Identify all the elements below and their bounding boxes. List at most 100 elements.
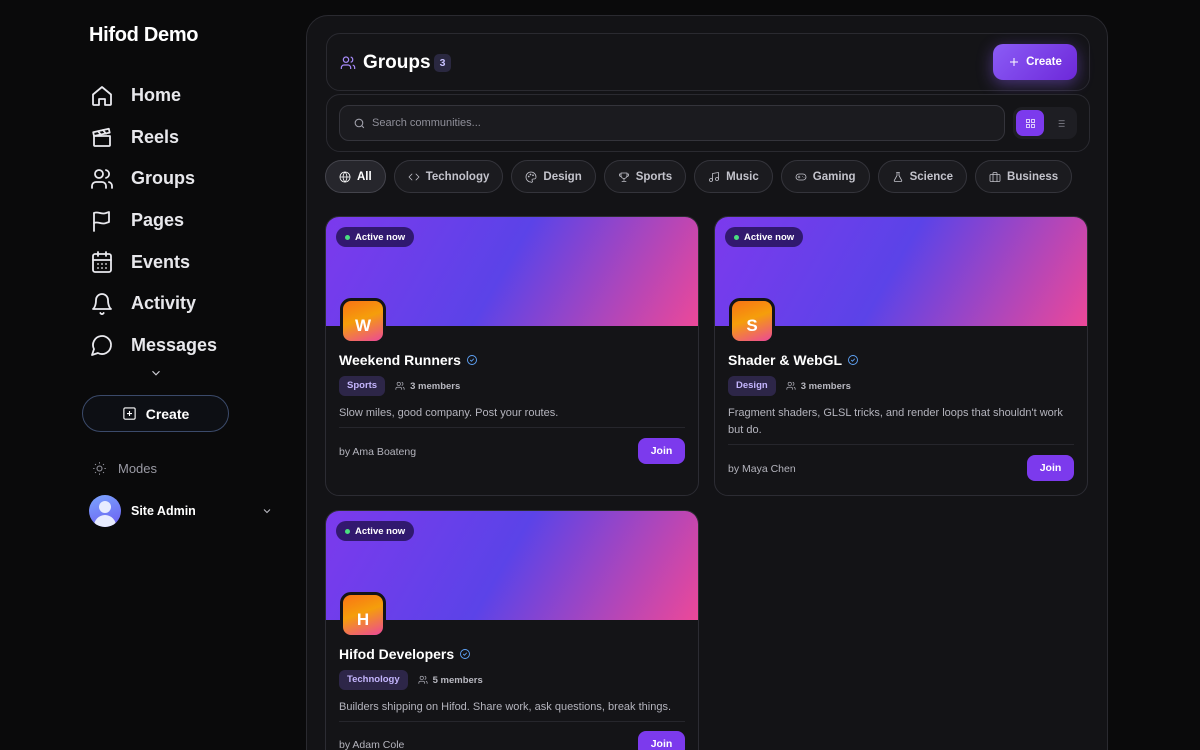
list-view-button[interactable] [1046, 110, 1074, 136]
category-filters: All Technology Design Sports Music Gamin… [325, 160, 1073, 194]
group-name-link[interactable]: Weekend Runners [339, 352, 685, 368]
show-more-button[interactable] [149, 366, 163, 380]
filter-sports[interactable]: Sports [603, 160, 687, 193]
status-label: Active now [355, 525, 406, 537]
group-owner: by Adam Cole [339, 739, 405, 750]
users-icon [395, 381, 405, 390]
group-card-body: Hifod Developers Technology 5 members Bu… [339, 646, 685, 716]
trophy-icon [618, 172, 629, 182]
group-name: Hifod Developers [339, 646, 455, 662]
chevron-down-icon [152, 370, 160, 376]
sidebar-nav: Home Reels Groups Pages Events Activity … [90, 75, 270, 366]
sidebar-item-reels[interactable]: Reels [90, 117, 270, 159]
status-badge: Active now [725, 227, 804, 247]
sidebar-item-pages[interactable]: Pages [90, 200, 270, 242]
sidebar-item-events[interactable]: Events [90, 241, 270, 283]
join-button[interactable]: Join [638, 731, 685, 750]
sidebar: Hifod Demo Home Reels Groups Pages Event… [0, 0, 300, 750]
group-name-link[interactable]: Shader & WebGL [728, 352, 1074, 368]
group-avatar[interactable]: H [340, 592, 386, 638]
code-icon [408, 173, 420, 180]
group-owner: by Maya Chen [728, 463, 796, 475]
category-tag[interactable]: Technology [339, 670, 408, 690]
create-group-button[interactable]: Create [993, 44, 1077, 80]
member-count: 3 members [786, 381, 851, 392]
groups-count-badge: 3 [434, 54, 451, 72]
group-name-link[interactable]: Hifod Developers [339, 646, 685, 662]
category-tag[interactable]: Sports [339, 376, 386, 396]
flag-icon [93, 210, 110, 232]
card-divider [728, 444, 1074, 445]
message-circle-icon [91, 335, 112, 357]
sidebar-item-activity[interactable]: Activity [90, 283, 270, 325]
verified-icon [466, 355, 477, 365]
modes-toggle[interactable]: Modes [92, 461, 157, 476]
users-icon [418, 675, 428, 684]
category-tag[interactable]: Design [728, 376, 776, 396]
palette-icon [526, 171, 537, 183]
sidebar-item-label: Reels [131, 126, 180, 147]
filter-label: Sports [635, 170, 673, 183]
group-avatar[interactable]: W [340, 298, 386, 344]
sidebar-create-label: Create [145, 405, 190, 422]
bell-icon [92, 292, 112, 315]
sidebar-item-label: Events [131, 251, 191, 272]
sidebar-item-home[interactable]: Home [90, 75, 270, 117]
filter-business[interactable]: Business [975, 160, 1073, 193]
grid-view-button[interactable] [1016, 110, 1044, 136]
modes-label: Modes [118, 461, 158, 476]
group-card[interactable]: Active now H Hifod Developers Technology… [325, 510, 699, 750]
join-button[interactable]: Join [1027, 455, 1074, 481]
filter-label: Music [726, 170, 759, 183]
sidebar-item-groups[interactable]: Groups [90, 158, 270, 200]
sidebar-item-label: Activity [131, 293, 197, 314]
live-dot [345, 234, 350, 240]
group-meta: Sports 3 members [339, 376, 685, 396]
group-meta: Technology 5 members [339, 670, 685, 690]
group-name: Weekend Runners [339, 352, 461, 368]
filter-science[interactable]: Science [877, 160, 968, 193]
user-menu[interactable]: Site Admin [89, 495, 275, 527]
group-card-body: Weekend Runners Sports 3 members Slow mi… [339, 352, 685, 422]
group-owner: by Ama Boateng [339, 446, 417, 458]
home-icon [92, 85, 112, 106]
sun-icon [93, 462, 106, 475]
group-avatar[interactable]: S [729, 298, 775, 344]
group-card[interactable]: Active now S Shader & WebGL Design 3 mem… [714, 216, 1088, 496]
grid-icon [1025, 118, 1035, 128]
status-badge: Active now [336, 521, 415, 541]
filter-music[interactable]: Music [694, 160, 773, 193]
filter-label: Design [543, 170, 582, 183]
group-description: Slow miles, good company. Post your rout… [339, 407, 559, 419]
view-toggle [1013, 107, 1077, 139]
search-input[interactable] [372, 117, 972, 129]
filter-design[interactable]: Design [511, 160, 596, 193]
card-divider [339, 721, 685, 722]
member-count: 5 members [418, 675, 483, 686]
filter-gaming[interactable]: Gaming [780, 160, 870, 193]
search-icon [354, 118, 365, 128]
member-count-label: 3 members [410, 380, 461, 392]
brand-title[interactable]: Hifod Demo [89, 24, 199, 47]
users-icon [786, 381, 796, 390]
group-name: Shader & WebGL [728, 352, 843, 368]
sidebar-item-label: Pages [131, 210, 185, 231]
verified-icon [848, 355, 859, 365]
plus-square-icon [123, 407, 136, 420]
clapperboard-icon [92, 128, 111, 148]
filter-all[interactable]: All [325, 160, 386, 193]
chevron-down-icon [263, 509, 271, 514]
group-description: Builders shipping on Hifod. Share work, … [339, 701, 672, 713]
join-button[interactable]: Join [638, 438, 685, 464]
sidebar-item-messages[interactable]: Messages [90, 325, 270, 367]
group-card[interactable]: Active now W Weekend Runners Sports 3 me… [325, 216, 699, 496]
filter-technology[interactable]: Technology [393, 160, 504, 193]
users-icon [340, 56, 356, 69]
create-group-label: Create [1026, 56, 1062, 68]
status-badge: Active now [336, 227, 415, 247]
sidebar-create-button[interactable]: Create [82, 395, 229, 432]
live-dot [345, 528, 350, 534]
avatar [89, 495, 121, 527]
live-dot [734, 234, 739, 240]
user-name: Site Admin [131, 504, 196, 518]
